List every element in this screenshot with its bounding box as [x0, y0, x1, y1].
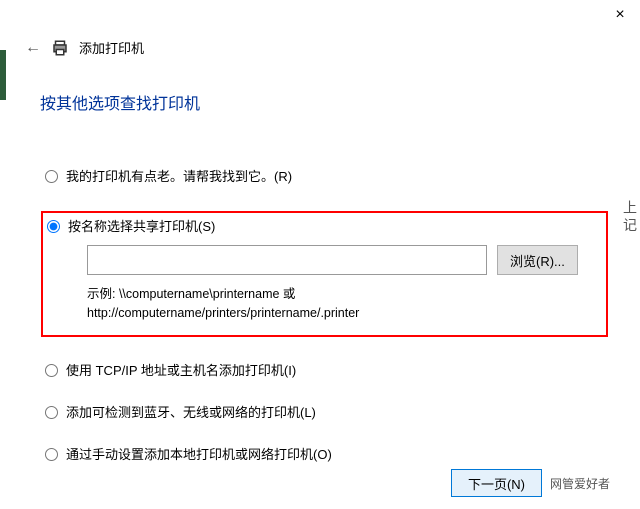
- watermark-text: 网管爱好者: [550, 475, 610, 492]
- radio-input-manual[interactable]: [45, 448, 58, 461]
- dialog-header: ← 添加打印机: [0, 30, 640, 65]
- by-name-block: 浏览(R)... 示例: \\computername\printername …: [47, 245, 598, 323]
- example-line2: http://computername/printers/printername…: [87, 304, 598, 323]
- radio-label-tcpip[interactable]: 使用 TCP/IP 地址或主机名添加打印机(I): [66, 363, 296, 379]
- edge-decoration: [0, 50, 6, 100]
- page-heading: 按其他选项查找打印机: [40, 90, 600, 114]
- highlight-box: 按名称选择共享打印机(S) 浏览(R)... 示例: \\computernam…: [41, 211, 608, 337]
- side-text: 上 记: [620, 200, 640, 232]
- close-button[interactable]: ×: [610, 6, 630, 24]
- title-bar: ×: [0, 0, 640, 30]
- radio-manual[interactable]: 通过手动设置添加本地打印机或网络打印机(O): [45, 447, 600, 463]
- browse-button[interactable]: 浏览(R)...: [497, 245, 578, 275]
- radio-label-name[interactable]: 按名称选择共享打印机(S): [68, 219, 215, 235]
- radio-bluetooth[interactable]: 添加可检测到蓝牙、无线或网络的打印机(L): [45, 405, 600, 421]
- header-title: 添加打印机: [79, 38, 144, 57]
- next-button[interactable]: 下一页(N): [451, 469, 542, 497]
- radio-label-manual[interactable]: 通过手动设置添加本地打印机或网络打印机(O): [66, 447, 332, 463]
- printer-path-input[interactable]: [87, 245, 487, 275]
- radio-tcpip[interactable]: 使用 TCP/IP 地址或主机名添加打印机(I): [45, 363, 600, 379]
- footer: 下一页(N) 网管爱好者: [451, 469, 610, 497]
- radio-by-name[interactable]: 按名称选择共享打印机(S): [47, 219, 598, 235]
- input-row: 浏览(R)...: [87, 245, 598, 275]
- radio-label-old[interactable]: 我的打印机有点老。请帮我找到它。(R): [66, 169, 292, 185]
- radio-input-tcpip[interactable]: [45, 364, 58, 377]
- radio-label-bluetooth[interactable]: 添加可检测到蓝牙、无线或网络的打印机(L): [66, 405, 316, 421]
- radio-input-bluetooth[interactable]: [45, 406, 58, 419]
- back-arrow-icon[interactable]: ←: [25, 39, 41, 57]
- printer-icon: [51, 39, 69, 57]
- example-text: 示例: \\computername\printername 或 http://…: [87, 285, 598, 323]
- radio-input-name[interactable]: [47, 220, 60, 233]
- content-area: 按其他选项查找打印机 我的打印机有点老。请帮我找到它。(R) 按名称选择共享打印…: [0, 65, 640, 463]
- radio-input-old[interactable]: [45, 170, 58, 183]
- example-line1: 示例: \\computername\printername 或: [87, 285, 598, 304]
- radio-group: 我的打印机有点老。请帮我找到它。(R) 按名称选择共享打印机(S) 浏览(R).…: [45, 169, 600, 463]
- radio-old-printer[interactable]: 我的打印机有点老。请帮我找到它。(R): [45, 169, 600, 185]
